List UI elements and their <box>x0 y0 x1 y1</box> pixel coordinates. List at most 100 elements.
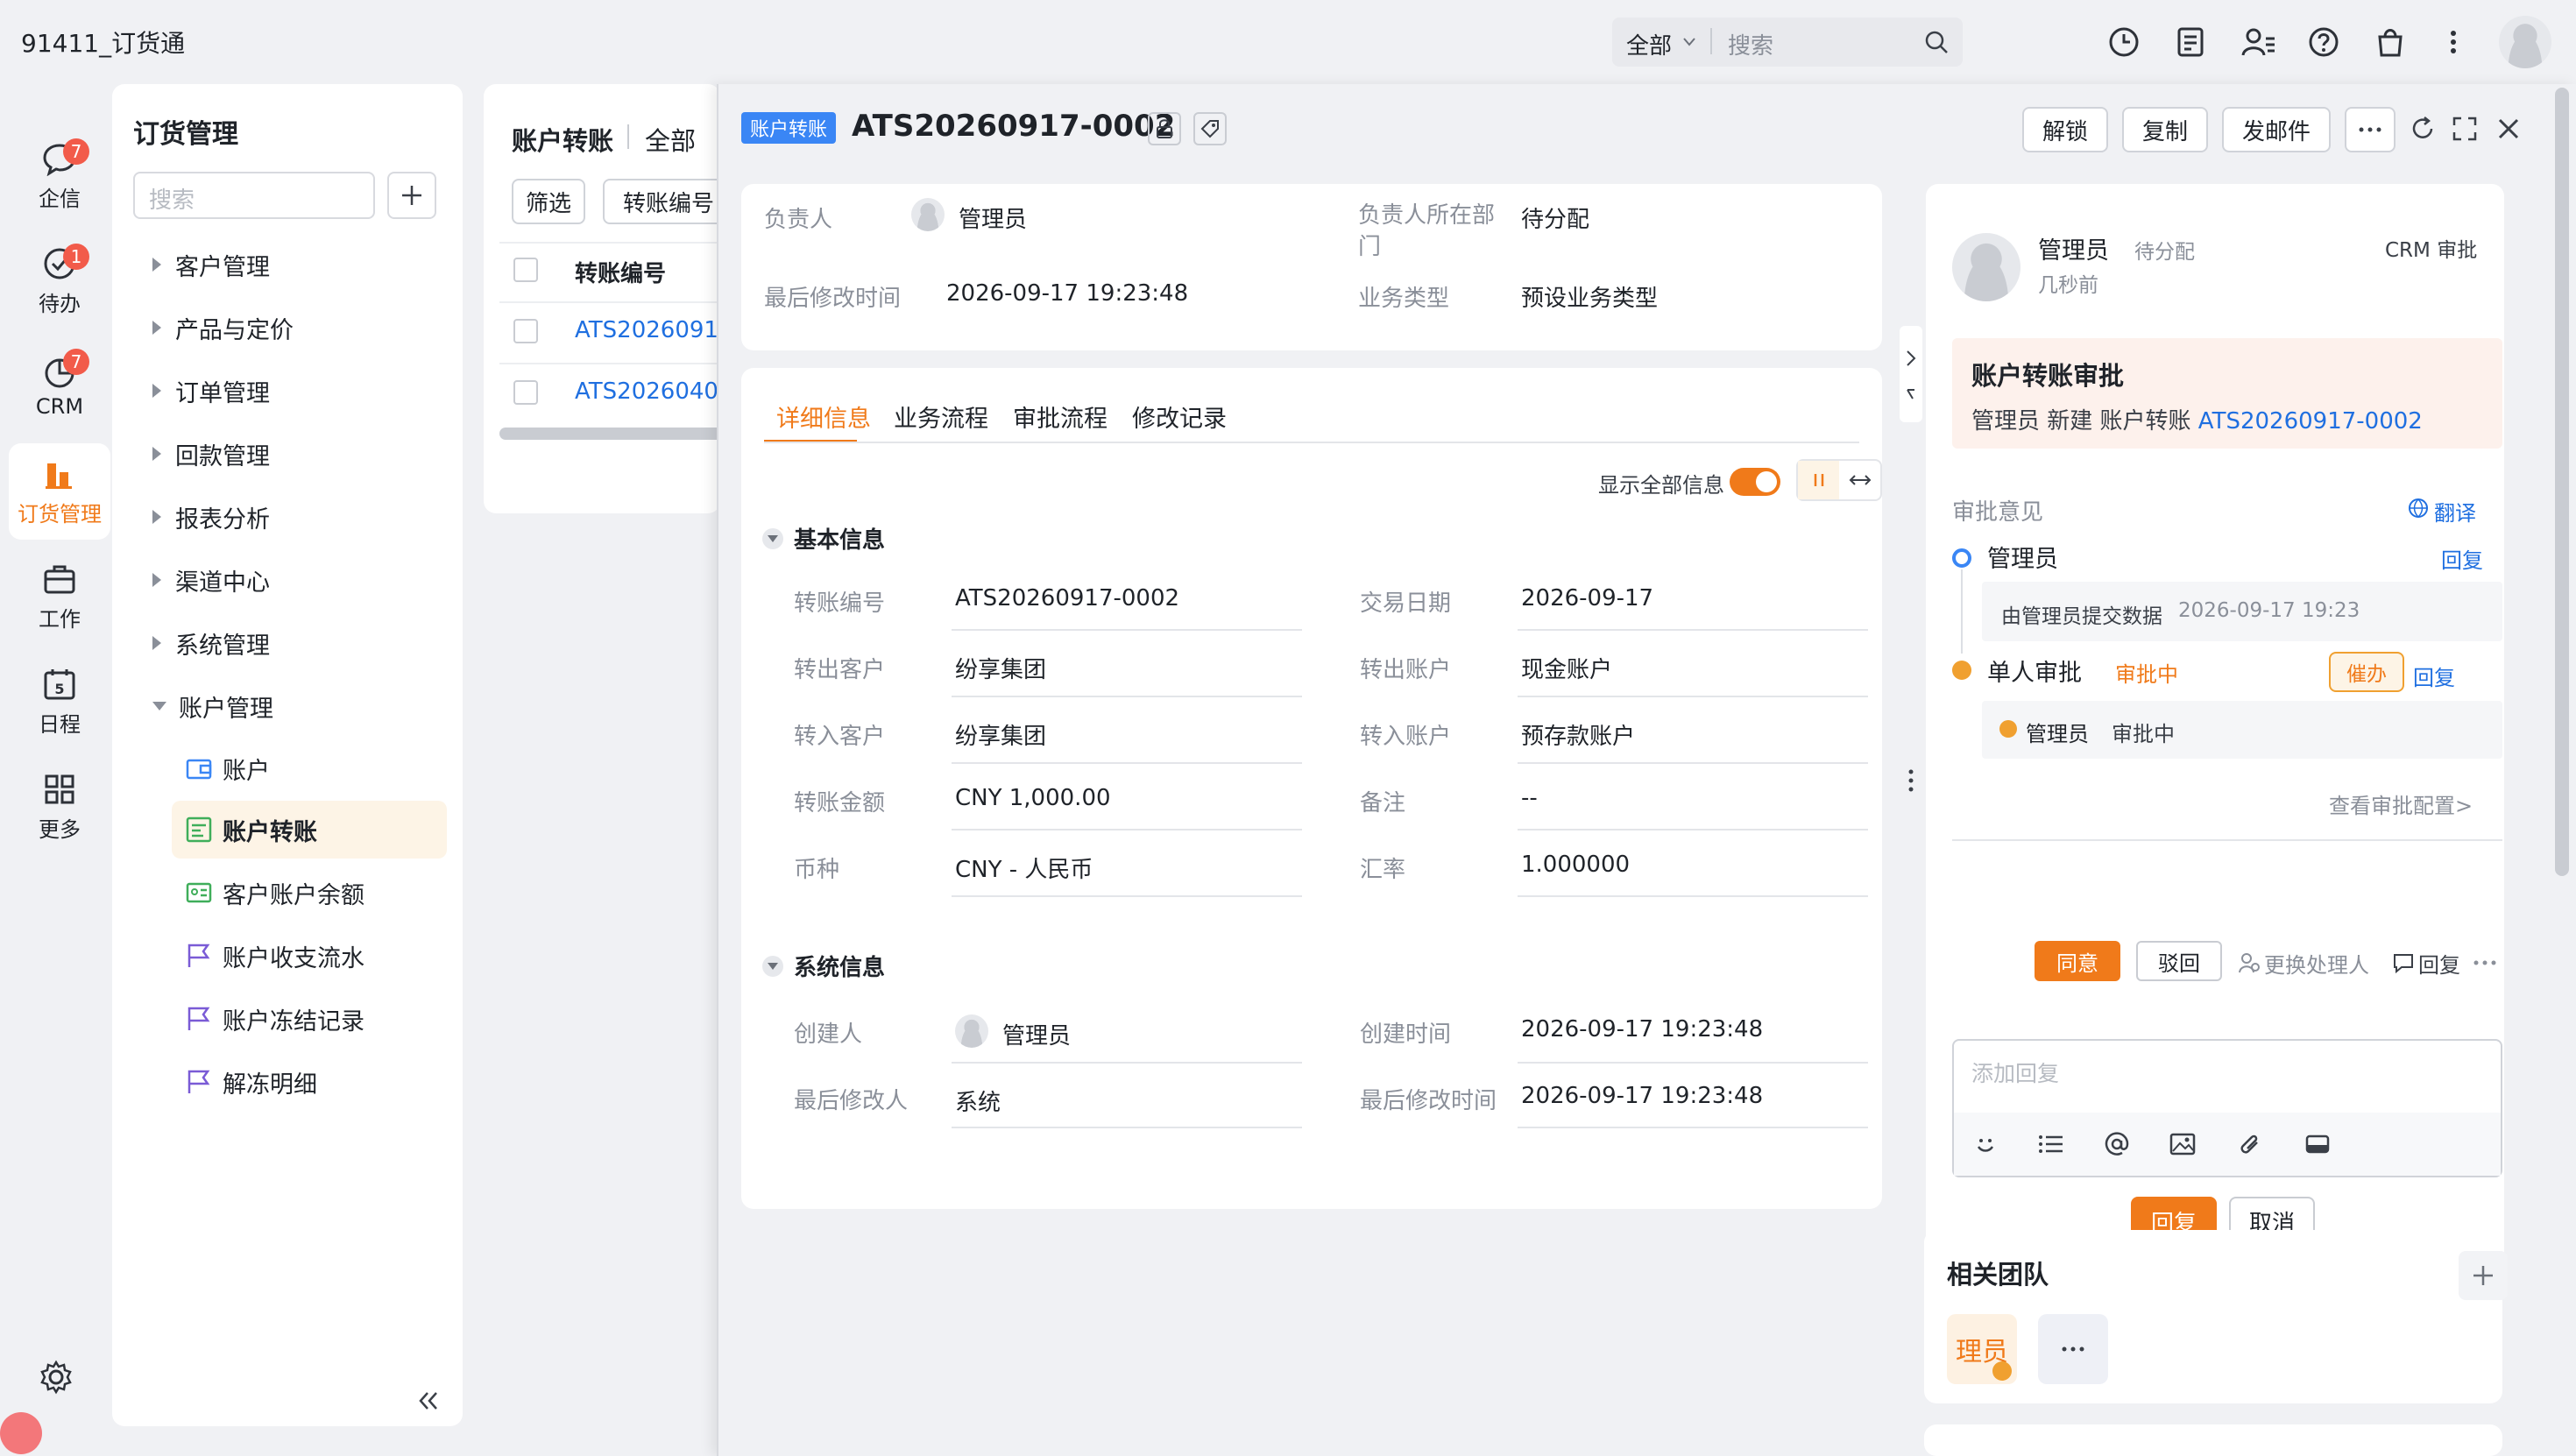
field-in-account-link[interactable]: 预存款账户 <box>1521 718 1635 751</box>
sidebar-item-order[interactable]: 订单管理 <box>112 364 463 417</box>
reply-button[interactable]: 回复 <box>2418 948 2460 979</box>
translate-link[interactable]: 翻译 <box>2434 496 2476 527</box>
id-card-icon <box>186 882 212 903</box>
tab-business-flow[interactable]: 业务流程 <box>894 399 988 434</box>
tag-button[interactable] <box>1193 112 1227 145</box>
refresh-icon[interactable] <box>2410 116 2436 142</box>
more-horizontal-icon[interactable] <box>2473 958 2497 967</box>
approval-card: 管理员 待分配 几秒前 CRM 审批 账户转账审批 管理员 新建 账户转账 AT… <box>1926 184 2504 1291</box>
emoji-icon[interactable] <box>1973 1132 1998 1156</box>
team-member-avatar[interactable]: 理员 <box>1947 1314 2017 1384</box>
step1-reply-link[interactable]: 回复 <box>2441 543 2483 574</box>
approval-summary[interactable]: 账户转账审批 管理员 新建 账户转账 ATS20260917-0002 <box>1952 338 2502 449</box>
nav-order-management[interactable]: 订货管理 <box>9 443 110 540</box>
nav-more[interactable]: 更多 <box>9 759 110 855</box>
list-scope-select[interactable]: 全部 <box>645 121 696 158</box>
sidebar-search-input[interactable]: 搜索 <box>133 172 375 219</box>
horizontal-scrollbar[interactable] <box>499 428 736 440</box>
field-out-customer-link[interactable]: 纷享集团 <box>955 652 1046 684</box>
step2-reply-link[interactable]: 回复 <box>2413 661 2455 691</box>
layout-switch[interactable] <box>1796 459 1882 501</box>
vertical-scrollbar[interactable] <box>2555 88 2569 876</box>
sidebar-item-account-management[interactable]: 账户管理 <box>112 680 463 732</box>
send-email-button[interactable]: 发邮件 <box>2222 107 2331 152</box>
more-members-button[interactable] <box>2038 1314 2108 1384</box>
user-avatar[interactable] <box>2499 16 2551 68</box>
row-checkbox[interactable] <box>513 319 538 343</box>
scope-select[interactable]: 全部 <box>1626 28 1672 60</box>
fullscreen-icon[interactable] <box>2452 116 2478 142</box>
sidebar-item-product-pricing[interactable]: 产品与定价 <box>112 301 463 354</box>
sidebar-item-payment[interactable]: 回款管理 <box>112 428 463 480</box>
sidebar-item-reports[interactable]: 报表分析 <box>112 491 463 543</box>
record-link[interactable]: ATS20260917-0002 <box>2198 408 2423 435</box>
table-row-link[interactable]: ATS20260403 <box>575 378 733 405</box>
row-checkbox[interactable] <box>513 380 538 405</box>
two-column-icon[interactable] <box>1798 461 1839 499</box>
nav-qixin[interactable]: 企信 7 <box>9 128 110 224</box>
sidebar-subitem-account-transfer[interactable]: 账户转账 <box>172 801 447 859</box>
sidebar-subitem-account[interactable]: 账户 <box>112 739 463 797</box>
add-button[interactable] <box>387 172 436 219</box>
urge-button[interactable]: 催办 <box>2329 652 2404 692</box>
attachment-icon[interactable] <box>2238 1132 2262 1156</box>
tab-approval-flow[interactable]: 审批流程 <box>1013 399 1108 434</box>
field-in-customer-link[interactable]: 纷享集团 <box>955 718 1046 751</box>
global-search[interactable]: 全部 搜索 <box>1612 18 1963 67</box>
reply-input[interactable]: 添加回复 <box>1971 1057 2059 1088</box>
image-icon[interactable] <box>2169 1132 2196 1156</box>
assistant-dot[interactable] <box>0 1412 42 1454</box>
history-icon[interactable] <box>2108 26 2140 58</box>
change-handler-button[interactable]: 更换处理人 <box>2264 948 2369 979</box>
notes-icon[interactable] <box>2175 26 2206 58</box>
unlock-button[interactable]: 解锁 <box>2022 107 2108 152</box>
sidebar-subitem-customer-balance[interactable]: 客户账户余额 <box>112 864 463 922</box>
bag-icon[interactable] <box>2374 26 2406 58</box>
more-actions-button[interactable] <box>2345 107 2396 152</box>
basic-info-section[interactable]: 基本信息 <box>762 522 885 555</box>
close-icon[interactable] <box>2495 116 2522 142</box>
panel-toggle[interactable] <box>1900 326 1922 422</box>
agree-button[interactable]: 同意 <box>2035 941 2120 981</box>
nav-work[interactable]: 工作 <box>9 548 110 645</box>
sidebar-subitem-freeze-record[interactable]: 账户冻结记录 <box>112 990 463 1048</box>
search-input[interactable]: 搜索 <box>1728 28 1773 60</box>
table-row-link[interactable]: ATS20260917 <box>575 317 733 343</box>
sidebar-subitem-unfreeze-detail[interactable]: 解冻明细 <box>112 1053 463 1111</box>
list-icon[interactable] <box>2038 1132 2064 1156</box>
collapse-icon[interactable] <box>417 1389 440 1412</box>
owner-value[interactable]: 管理员 <box>959 201 1027 234</box>
sidebar-item-channel[interactable]: 渠道中心 <box>112 554 463 606</box>
drag-handle-icon[interactable] <box>1907 767 1915 794</box>
add-team-member-button[interactable] <box>2459 1251 2508 1300</box>
lock-button[interactable] <box>1148 112 1181 145</box>
copy-button[interactable]: 复制 <box>2122 107 2208 152</box>
card-icon[interactable] <box>2304 1132 2331 1156</box>
reject-button[interactable]: 驳回 <box>2136 941 2222 981</box>
tab-detail[interactable]: 详细信息 <box>776 399 871 434</box>
select-all-checkbox[interactable] <box>513 258 538 282</box>
sidebar-item-system[interactable]: 系统管理 <box>112 617 463 669</box>
settings-gear-icon[interactable] <box>39 1360 74 1395</box>
mention-icon[interactable] <box>2105 1132 2129 1156</box>
more-vertical-icon[interactable] <box>2445 26 2462 58</box>
reply-editor[interactable]: 添加回复 <box>1952 1039 2502 1177</box>
contacts-icon[interactable] <box>2241 26 2276 58</box>
field-filter-button[interactable]: 转账编号 <box>603 179 734 224</box>
view-config-link[interactable]: 查看审批配置> <box>2329 788 2473 819</box>
nav-calendar[interactable]: 5 日程 <box>9 654 110 750</box>
search-icon[interactable] <box>1924 30 1949 54</box>
sidebar-subitem-account-flow[interactable]: 账户收支流水 <box>112 927 463 985</box>
show-all-toggle[interactable] <box>1730 468 1780 496</box>
nav-todo[interactable]: 待办 1 <box>9 233 110 329</box>
filter-button[interactable]: 筛选 <box>512 179 585 224</box>
sidebar-item-customer[interactable]: 客户管理 <box>112 238 463 291</box>
field-out-account-link[interactable]: 现金账户 <box>1521 652 1612 684</box>
expand-width-icon[interactable] <box>1839 461 1880 499</box>
system-info-section[interactable]: 系统信息 <box>762 950 885 982</box>
pending-dot <box>1952 661 1971 680</box>
nav-crm[interactable]: CRM 7 <box>9 338 110 435</box>
tab-change-log[interactable]: 修改记录 <box>1132 399 1227 434</box>
help-icon[interactable] <box>2308 26 2339 58</box>
field-creator[interactable]: 管理员 <box>1002 1018 1071 1050</box>
